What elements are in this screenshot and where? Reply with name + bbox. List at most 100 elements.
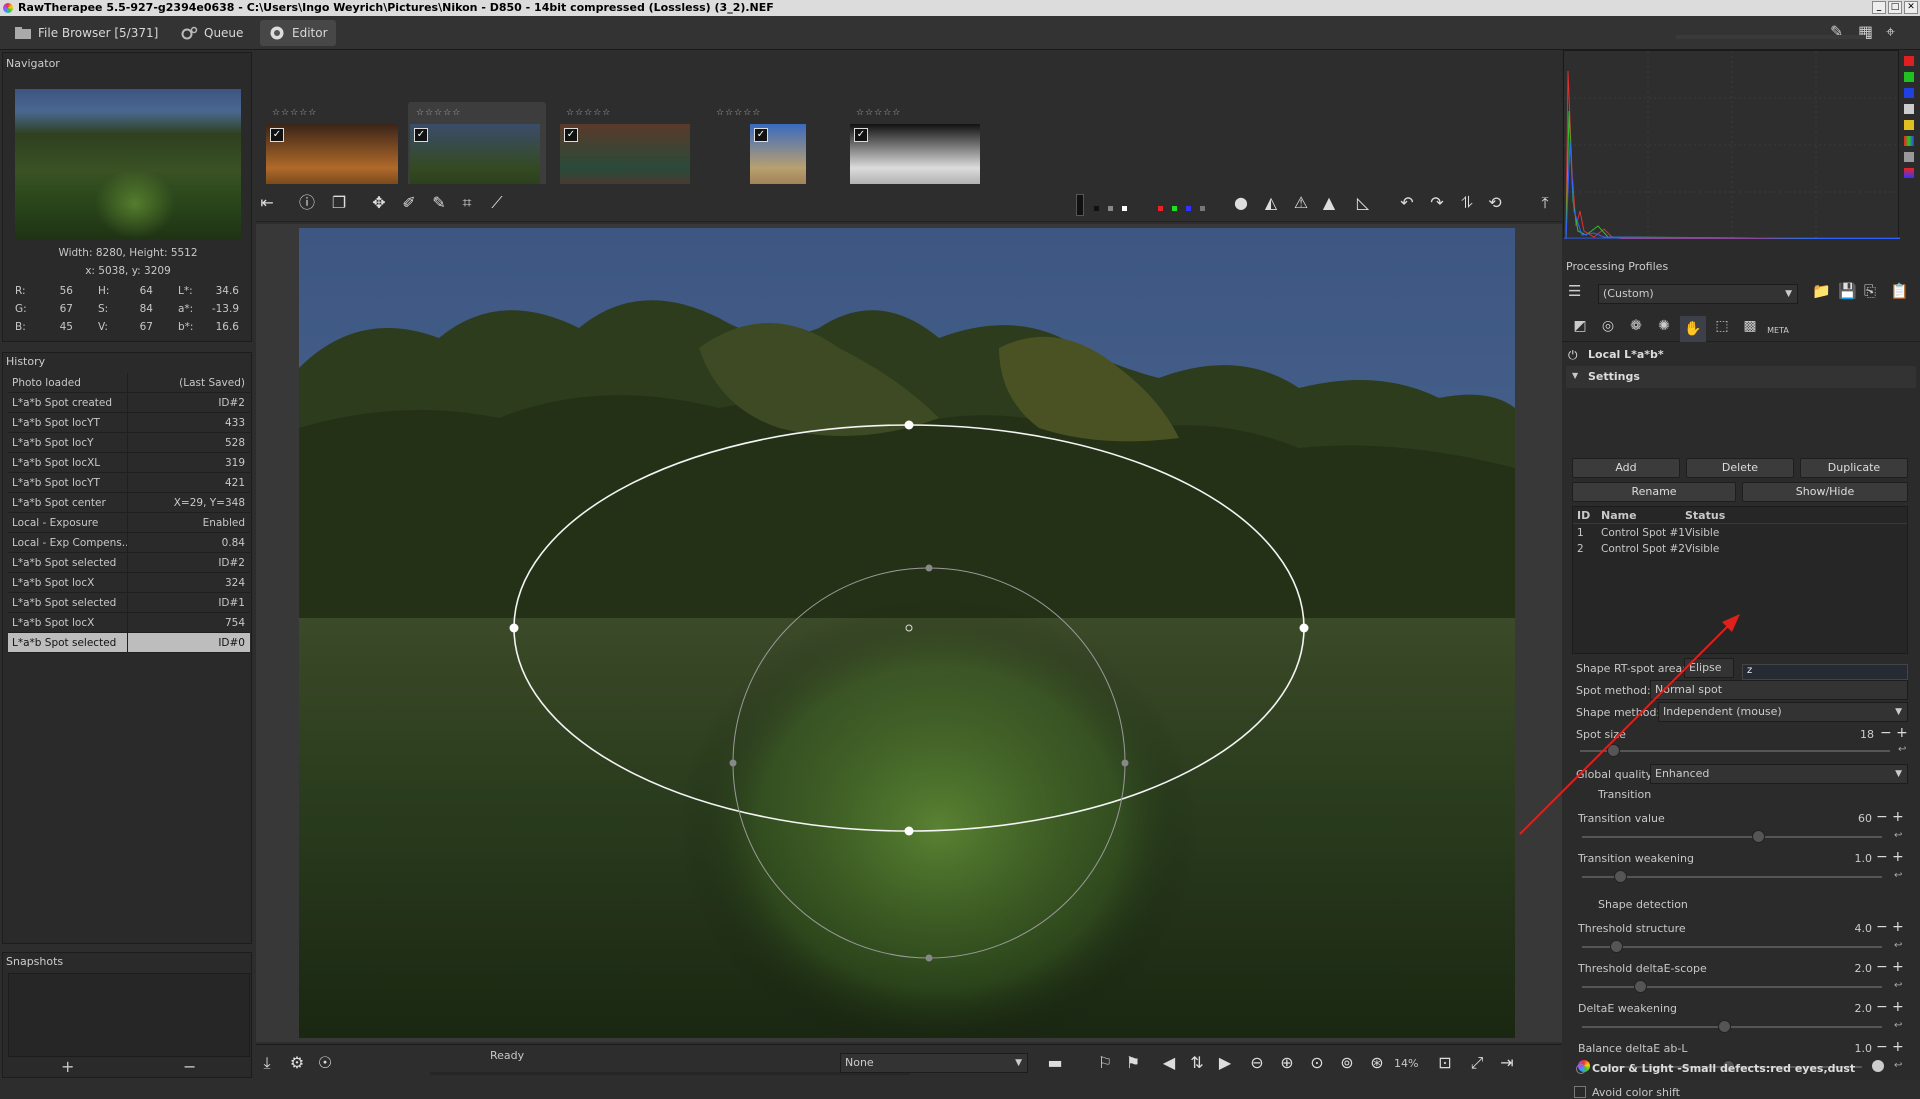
minimize-button[interactable]: _ xyxy=(1872,1,1886,14)
transition-weak-slider[interactable] xyxy=(1582,870,1882,883)
settings-expander[interactable]: ▼ Settings xyxy=(1566,366,1916,388)
crop-icon[interactable]: ⌗ xyxy=(456,192,478,214)
fullscreen-toggle-icon[interactable]: ⤢ xyxy=(1466,1052,1488,1074)
deltae-weak-minus[interactable]: − xyxy=(1876,1000,1888,1014)
histogram-mode-icon[interactable] xyxy=(1904,168,1914,178)
zoom-fit-icon[interactable]: ⊙ xyxy=(1306,1052,1328,1074)
reset-icon[interactable]: ↩ xyxy=(1898,744,1906,755)
zoom-out-icon[interactable]: ⊖ xyxy=(1246,1052,1268,1074)
rotate-left-icon[interactable]: ↶ xyxy=(1396,192,1418,214)
advanced-tab-icon[interactable]: ✺ xyxy=(1652,318,1676,340)
transition-value[interactable]: 60 xyxy=(1842,812,1872,825)
previous-image-icon[interactable]: ◀ xyxy=(1158,1052,1180,1074)
history-row[interactable]: L*a*b Spot locX 324 xyxy=(8,573,250,593)
flip-vertical-icon[interactable]: ⥮ xyxy=(1456,192,1478,214)
threshold-structure-knob[interactable] xyxy=(1610,940,1623,953)
bg-white-icon[interactable] xyxy=(1122,206,1127,211)
metadata-tab-icon[interactable]: META xyxy=(1766,320,1790,342)
histogram-luminance-icon[interactable] xyxy=(1904,104,1914,114)
image-viewport[interactable] xyxy=(256,224,1562,1042)
select-check-icon[interactable]: ✓ xyxy=(270,128,284,142)
spot-size-plus[interactable]: + xyxy=(1896,726,1908,740)
transition-knob[interactable] xyxy=(1752,830,1765,843)
save-profile-icon[interactable]: 💾 xyxy=(1838,282,1857,300)
rating-stars[interactable]: ☆☆☆☆☆ xyxy=(272,108,317,118)
threshold-structure-slider[interactable] xyxy=(1582,940,1882,953)
reset-icon[interactable]: ↩ xyxy=(1894,940,1902,951)
clipped-shadows-icon[interactable]: ◺ xyxy=(1352,192,1374,214)
select-check-icon[interactable]: ✓ xyxy=(854,128,868,142)
tab-queue[interactable]: Queue xyxy=(172,20,251,46)
focus-mask-icon[interactable]: ● xyxy=(1230,192,1252,214)
color-tab-icon[interactable]: ❁ xyxy=(1624,318,1648,340)
delete-spot-button[interactable]: Delete xyxy=(1686,458,1794,478)
duplicate-spot-button[interactable]: Duplicate xyxy=(1800,458,1908,478)
threshold-delta-knob[interactable] xyxy=(1634,980,1647,993)
save-image-icon[interactable]: ⤓ xyxy=(256,1052,278,1074)
reset-icon[interactable]: ↩ xyxy=(1894,830,1902,841)
zoom-100-icon[interactable]: ⊛ xyxy=(1366,1052,1388,1074)
flip-horizontal-icon[interactable]: ⟲ xyxy=(1484,192,1506,214)
threshold-structure-minus[interactable]: − xyxy=(1876,920,1888,934)
trash-tag-icon[interactable]: ⚑ xyxy=(1122,1052,1144,1074)
restore-button[interactable]: □ xyxy=(1888,1,1902,14)
close-button[interactable]: ✕ xyxy=(1904,1,1918,14)
preview-mode-combo[interactable]: None ▼ xyxy=(840,1053,1028,1073)
channel-blue-icon[interactable] xyxy=(1186,206,1191,211)
select-check-icon[interactable]: ✓ xyxy=(754,128,768,142)
new-detail-window-icon[interactable]: ⊡ xyxy=(1434,1052,1456,1074)
local-tab-icon[interactable]: ✋ xyxy=(1680,316,1706,342)
history-row[interactable]: L*a*b Spot center X=29, Y=348 xyxy=(8,493,250,513)
history-row[interactable]: L*a*b Spot selected ID#0 xyxy=(8,633,250,653)
reset-icon[interactable]: ↩ xyxy=(1894,870,1902,881)
next-image-icon[interactable]: ▶ xyxy=(1214,1052,1236,1074)
rating-stars[interactable]: ☆☆☆☆☆ xyxy=(716,108,761,118)
histogram-bar-icon[interactable] xyxy=(1904,152,1914,162)
navigator-preview[interactable] xyxy=(15,89,241,239)
bg-grey-icon[interactable] xyxy=(1108,206,1113,211)
spot-status[interactable]: Visible xyxy=(1685,527,1719,539)
transition-weak-plus[interactable]: + xyxy=(1892,850,1904,864)
exposure-tab-icon[interactable]: ◩ xyxy=(1568,318,1592,340)
histogram-chroma-icon[interactable] xyxy=(1904,120,1914,130)
channel-lum-icon[interactable] xyxy=(1200,206,1205,211)
power-icon[interactable]: ⏻ xyxy=(1568,348,1578,363)
history-row[interactable]: Photo loaded (Last Saved) xyxy=(8,373,250,393)
threshold-delta-plus[interactable]: + xyxy=(1892,960,1904,974)
open-profile-icon[interactable]: 📁 xyxy=(1812,282,1831,300)
deltae-weak-plus[interactable]: + xyxy=(1892,1000,1904,1014)
shape-area-input[interactable]: z xyxy=(1742,664,1908,680)
spot-name[interactable]: Control Spot #2 xyxy=(1601,543,1685,555)
history-row[interactable]: L*a*b Spot selected ID#1 xyxy=(8,593,250,613)
spot-size-minus[interactable]: − xyxy=(1880,726,1892,740)
hide-top-panel-icon[interactable]: ⤒ xyxy=(1534,192,1556,214)
color-light-title[interactable]: Color & Light -Small defects:red eyes,du… xyxy=(1592,1062,1855,1075)
raw-tab-icon[interactable]: ▩ xyxy=(1738,318,1762,340)
put-to-queue-icon[interactable]: ⚙ xyxy=(286,1052,308,1074)
history-row[interactable]: Local - Exp Compens... 0.84 xyxy=(8,533,250,553)
preview-image[interactable] xyxy=(299,228,1515,1038)
send-to-editor-icon[interactable]: ☉ xyxy=(314,1052,336,1074)
history-row[interactable]: L*a*b Spot locYT 433 xyxy=(8,413,250,433)
histogram-green-icon[interactable] xyxy=(1904,72,1914,82)
select-check-icon[interactable]: ✓ xyxy=(564,128,578,142)
transition-minus[interactable]: − xyxy=(1876,810,1888,824)
sync-icon[interactable]: ⇅ xyxy=(1186,1052,1208,1074)
deltae-weak-value[interactable]: 2.0 xyxy=(1842,1002,1873,1015)
history-row[interactable]: L*a*b Spot created ID#2 xyxy=(8,393,250,413)
clipped-highlights-icon[interactable]: ▲ xyxy=(1318,192,1340,214)
threshold-delta-minus[interactable]: − xyxy=(1876,960,1888,974)
deltae-weak-slider[interactable] xyxy=(1582,1020,1882,1033)
rank-icon[interactable]: ▬ xyxy=(1044,1052,1066,1074)
history-row[interactable]: L*a*b Spot selected ID#2 xyxy=(8,553,250,573)
tab-file-browser[interactable]: File Browser [5/371] xyxy=(6,20,166,46)
spot-id[interactable]: 1 xyxy=(1577,527,1584,539)
rotate-right-icon[interactable]: ↷ xyxy=(1426,192,1448,214)
spot-name[interactable]: Control Spot #1 xyxy=(1601,527,1685,539)
rating-stars[interactable]: ☆☆☆☆☆ xyxy=(856,108,901,118)
threshold-structure-plus[interactable]: + xyxy=(1892,920,1904,934)
avoid-color-shift-checkbox[interactable] xyxy=(1574,1086,1586,1098)
threshold-delta-slider[interactable] xyxy=(1582,980,1882,993)
history-row[interactable]: L*a*b Spot locYT 421 xyxy=(8,473,250,493)
add-snapshot-button[interactable]: + xyxy=(61,1057,74,1076)
